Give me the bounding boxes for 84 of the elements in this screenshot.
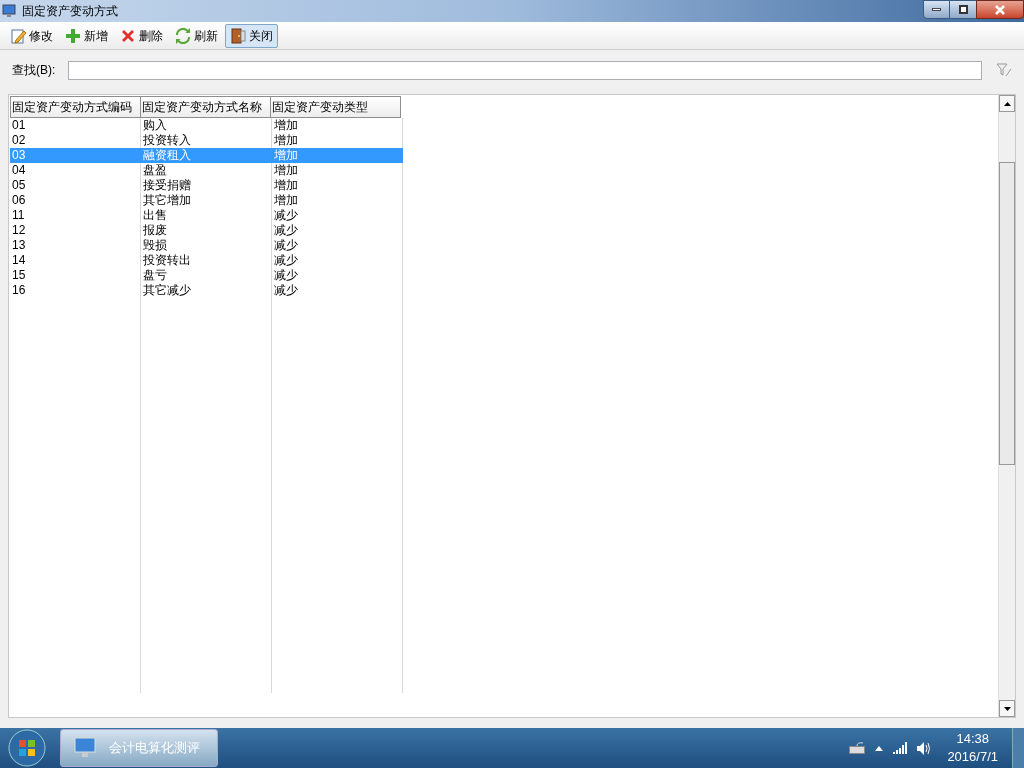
window-title: 固定资产变动方式: [22, 3, 118, 20]
arrows-icon: [175, 27, 191, 44]
show-hidden-icons-button[interactable]: [875, 745, 884, 751]
close-button[interactable]: [976, 0, 1024, 19]
table-cell-text: 增加: [273, 133, 299, 148]
restore-button[interactable]: [950, 0, 976, 19]
table-cell-text: 其它减少: [142, 283, 192, 298]
plus-icon: [65, 27, 81, 44]
table-row[interactable]: 06 其它增加 增加: [10, 193, 403, 208]
table-cell-text: 减少: [273, 223, 299, 238]
table-cell-text: 出售: [142, 208, 168, 223]
table-row[interactable]: 04 盘盈 增加: [10, 163, 403, 178]
scrollbar[interactable]: [998, 95, 1015, 717]
table-cell-text: 增加: [273, 118, 299, 133]
x-icon: [120, 27, 136, 44]
table-cell-text: 04: [11, 163, 27, 178]
table-cell-text: 投资转入: [142, 133, 192, 148]
table-cell-text: 接受捐赠: [142, 178, 192, 193]
up-arrow-icon: [1003, 101, 1011, 106]
clock-time[interactable]: 14:38: [956, 730, 989, 748]
table-row[interactable]: 11 出售 减少: [10, 208, 403, 223]
table-cell-text: 其它增加: [142, 193, 192, 208]
table-cell-text: 05: [11, 178, 27, 193]
table-cell-text: 14: [11, 253, 27, 268]
table-cell-text: 16: [11, 283, 27, 298]
table-cell-text: 减少: [273, 268, 299, 283]
scroll-up-button[interactable]: [999, 95, 1015, 112]
column-header[interactable]: 固定资产变动方式名称: [140, 96, 271, 118]
table-cell-text: 投资转出: [142, 253, 192, 268]
table-cell-text: 11: [11, 208, 26, 223]
table-row[interactable]: 05 接受捐赠 增加: [10, 178, 403, 193]
table-row[interactable]: 02 投资转入 增加: [10, 133, 403, 148]
table-cell-text: 06: [11, 193, 27, 208]
table-cell-text: 减少: [273, 253, 299, 268]
table-cell-text: 增加: [273, 148, 299, 163]
search-field[interactable]: [68, 60, 982, 80]
clock-date[interactable]: 2016/7/1: [947, 748, 998, 766]
minimize-button[interactable]: [923, 0, 950, 19]
table-cell-text: 15: [11, 268, 27, 283]
table-cell-text: 减少: [273, 283, 299, 298]
toolbar-button[interactable]: 删除: [115, 23, 168, 48]
door-icon: [230, 27, 246, 44]
monitor-icon: [73, 736, 97, 760]
table-cell-text: 02: [11, 133, 27, 148]
table-row[interactable]: 01 购入 增加: [10, 118, 403, 133]
table-row[interactable]: 16 其它减少 减少: [10, 283, 403, 298]
table-cell-text: 增加: [273, 178, 299, 193]
table-cell-text: 增加: [273, 163, 299, 178]
table-cell-text: 13: [11, 238, 27, 253]
toolbar-button[interactable]: 关闭: [225, 23, 278, 48]
close-icon: [994, 4, 1006, 15]
table-cell-text: 03: [11, 148, 27, 163]
toolbar-button[interactable]: 刷新: [170, 23, 223, 48]
minimize-icon: [932, 8, 941, 11]
scroll-down-button[interactable]: [999, 700, 1015, 717]
toolbar-button[interactable]: 修改: [5, 23, 58, 48]
table-row[interactable]: 15 盘亏 减少: [10, 268, 403, 283]
table-cell-text: 报废: [142, 223, 168, 238]
table-row[interactable]: 13 毁损 减少: [10, 238, 403, 253]
table-cell-text: 增加: [273, 193, 299, 208]
scroll-thumb[interactable]: [999, 162, 1015, 465]
down-arrow-icon: [1003, 706, 1011, 711]
pencil-icon: [10, 27, 26, 44]
table-cell-text: 12: [11, 223, 27, 238]
keyboard-icon[interactable]: [849, 742, 866, 754]
start-button[interactable]: [8, 729, 46, 767]
table-cell-text: 毁损: [142, 238, 168, 253]
table-cell-text: 盘亏: [142, 268, 168, 283]
toolbar-button[interactable]: 新增: [60, 23, 113, 48]
signal-icon[interactable]: [893, 742, 908, 754]
computer-icon: [2, 4, 16, 18]
table-cell-text: 减少: [273, 238, 299, 253]
table-cell-text: 融资租入: [142, 148, 192, 163]
table-cell-text: 购入: [142, 118, 168, 133]
table-row[interactable]: 12 报废 减少: [10, 223, 403, 238]
search-label: 查找(B):: [12, 62, 57, 79]
speaker-icon[interactable]: [917, 741, 932, 755]
restore-icon: [958, 5, 968, 14]
table-row[interactable]: 14 投资转出 减少: [10, 253, 403, 268]
table-cell-text: 盘盈: [142, 163, 168, 178]
column-header[interactable]: 固定资产变动方式编码: [10, 96, 141, 118]
table-cell-text: 减少: [273, 208, 299, 223]
table-cell-text: 01: [11, 118, 27, 133]
column-header[interactable]: 固定资产变动类型: [270, 96, 401, 118]
